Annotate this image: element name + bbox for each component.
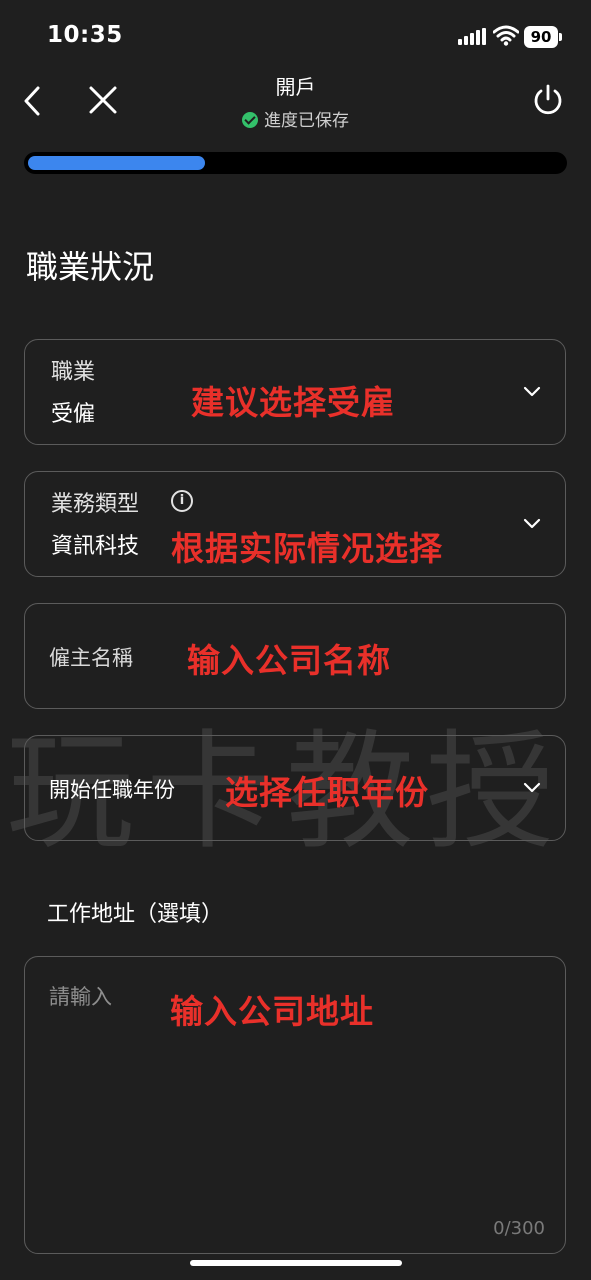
- business-type-label: 業務類型: [51, 492, 140, 517]
- work-address-annotation: 输入公司地址: [170, 992, 374, 1031]
- occupation-label: 職業: [51, 360, 96, 385]
- start-year-placeholder: 開始任職年份: [49, 778, 175, 802]
- occupation-annotation: 建议选择受雇: [191, 383, 395, 422]
- save-status-text: 進度已保存: [264, 111, 349, 131]
- start-year-select[interactable]: 開始任職年份 选择任职年份: [24, 735, 566, 841]
- check-circle-icon: [242, 112, 258, 128]
- power-icon[interactable]: [530, 82, 566, 118]
- page-title: 開戶: [275, 75, 316, 99]
- info-icon[interactable]: i: [171, 490, 193, 512]
- occupation-value: 受僱: [51, 402, 96, 427]
- work-address-label: 工作地址（選填）: [47, 902, 224, 927]
- employer-name-input[interactable]: 僱主名稱 输入公司名称: [24, 603, 566, 709]
- battery-indicator: 90: [524, 26, 558, 48]
- progress-bar: [24, 152, 567, 174]
- occupation-select[interactable]: 職業 受僱 建议选择受雇: [24, 339, 566, 445]
- business-type-annotation: 根据实际情况选择: [171, 529, 443, 568]
- work-address-textarea[interactable]: 請輸入 输入公司地址 0/300: [24, 956, 566, 1254]
- chevron-down-icon: [523, 386, 541, 397]
- home-indicator[interactable]: [190, 1260, 402, 1266]
- chevron-down-icon: [523, 782, 541, 793]
- section-title: 職業狀況: [26, 248, 155, 286]
- save-status: 進度已保存: [0, 106, 591, 131]
- cellular-signal-icon: [458, 28, 486, 45]
- work-address-placeholder: 請輸入: [49, 985, 112, 1009]
- chevron-down-icon: [523, 518, 541, 529]
- wifi-icon: [493, 25, 519, 46]
- employer-name-annotation: 输入公司名称: [187, 641, 391, 680]
- character-counter: 0/300: [493, 1218, 545, 1239]
- business-type-value: 資訊科技: [51, 534, 140, 559]
- employer-name-placeholder: 僱主名稱: [49, 646, 133, 670]
- progress-fill: [28, 156, 205, 170]
- business-type-select[interactable]: 業務類型 i 資訊科技 根据实际情况选择: [24, 471, 566, 577]
- status-time: 10:35: [47, 22, 123, 48]
- start-year-annotation: 选择任职年份: [225, 773, 429, 812]
- battery-tip: [559, 33, 562, 41]
